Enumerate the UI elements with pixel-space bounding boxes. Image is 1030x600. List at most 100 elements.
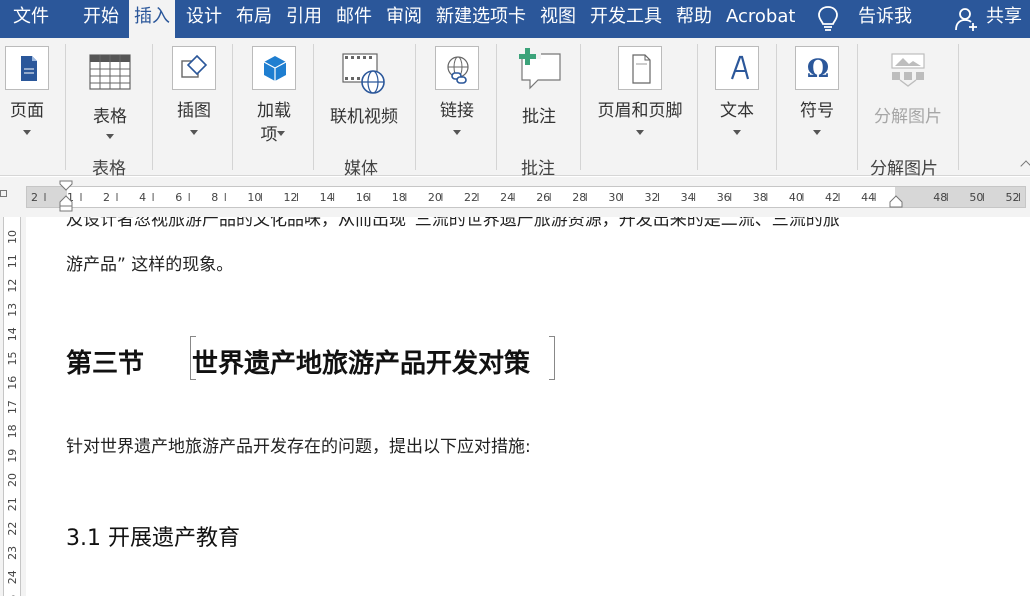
collapse-ribbon-icon[interactable] xyxy=(1020,160,1030,172)
group-divider xyxy=(232,44,233,170)
illustrations-button[interactable]: 插图 xyxy=(168,42,220,172)
tab-selector-icon[interactable] xyxy=(0,190,7,197)
ruler-tick-label: 50 xyxy=(969,191,983,204)
chevron-down-icon xyxy=(813,130,821,135)
pages-button[interactable]: 页面 xyxy=(2,42,52,172)
tab-developer[interactable]: 开发工具 xyxy=(590,0,662,38)
new-comment-button[interactable]: 批注 xyxy=(512,42,566,172)
ruler-tick-label: 2 xyxy=(31,191,38,204)
ruler-tick-label: 18 xyxy=(392,191,406,204)
chevron-down-icon xyxy=(23,130,31,135)
vertical-ruler-tick-label: 22 xyxy=(6,522,19,536)
document-page[interactable]: 及设计者忽视旅游产品的文化品味，从而出现“三流的世界遗产旅游资源，开发出来的是二… xyxy=(27,217,1030,596)
horizontal-ruler[interactable]: 2 1 2 4 6 8 10 12 14 16 18 20 22 24 26 28 30 32 34 36 38 40 42… xyxy=(0,177,1030,217)
ruler-tick-label: 10 xyxy=(247,191,261,204)
tab-layout[interactable]: 布局 xyxy=(236,0,272,38)
ruler-tick-label: 12 xyxy=(284,191,298,204)
vertical-ruler-tick-label: 10 xyxy=(6,230,19,244)
group-divider xyxy=(697,44,698,170)
group-divider xyxy=(313,44,314,170)
tab-file[interactable]: 文件 xyxy=(13,0,49,38)
paragraph-text: 游产品” 这样的现象。 xyxy=(66,255,234,275)
vertical-ruler-tick-label: 24 xyxy=(6,570,19,584)
links-button[interactable]: 链接 xyxy=(431,42,483,172)
right-indent-marker-icon[interactable] xyxy=(889,195,903,209)
group-divider xyxy=(415,44,416,170)
chevron-down-icon xyxy=(106,134,114,139)
header-footer-button[interactable]: 页眉和页脚 xyxy=(592,42,688,172)
vertical-ruler-ticks: 10111213141516171819202122232425 xyxy=(6,230,19,600)
ruler-tick-label: 28 xyxy=(572,191,586,204)
ruler-tick-label: 32 xyxy=(645,191,659,204)
insert-ribbon: 页面 表格 表格 插图 加载 项 联机视频 媒体 链接 批注 批注 页眉和页脚 … xyxy=(0,38,1030,179)
vertical-ruler-tick-label: 18 xyxy=(6,424,19,438)
vertical-ruler-tick-label: 12 xyxy=(6,279,19,293)
tab-design[interactable]: 设计 xyxy=(186,0,222,38)
paragraph-text: 针对世界遗产地旅游产品开发存在的问题，提出以下应对措施: xyxy=(66,437,531,457)
tab-review[interactable]: 审阅 xyxy=(386,0,422,38)
ruler-tick-label: 16 xyxy=(356,191,370,204)
vertical-ruler[interactable]: 10111213141516171819202122232425 xyxy=(0,217,26,600)
tab-view[interactable]: 视图 xyxy=(540,0,576,38)
subsection-heading: 3.1 开展遗产教育 xyxy=(66,526,240,551)
group-divider xyxy=(580,44,581,170)
group-divider xyxy=(958,44,959,170)
ruler-tick-label: 8 xyxy=(211,191,218,204)
vertical-ruler-tick-label: 23 xyxy=(6,546,19,560)
addins-button[interactable]: 加载 项 xyxy=(248,42,300,172)
online-video-button[interactable]: 联机视频 xyxy=(326,42,402,172)
header-footer-icon xyxy=(618,46,662,90)
indent-marker-icon[interactable] xyxy=(59,180,73,212)
tab-mailings[interactable]: 邮件 xyxy=(336,0,372,38)
tab-help[interactable]: 帮助 xyxy=(676,0,712,38)
tab-references[interactable]: 引用 xyxy=(286,0,322,38)
tab-new-tab[interactable]: 新建选项卡 xyxy=(436,0,526,38)
chevron-down-icon xyxy=(733,130,741,135)
vertical-ruler-tick-label: 16 xyxy=(6,376,19,390)
group-divider xyxy=(776,44,777,170)
shapes-icon xyxy=(172,46,216,90)
ruler-tick-label: 40 xyxy=(789,191,803,204)
ruler-tick-label: 24 xyxy=(500,191,514,204)
link-globe-icon xyxy=(435,46,479,90)
symbols-button[interactable]: Ω 符号 xyxy=(791,42,843,172)
ruler-ticks: 2 1 2 4 6 8 10 12 14 16 18 20 22 24 26 28 30 32 34 36 38 40 42… xyxy=(31,191,1020,204)
ruler-tick-label: 26 xyxy=(536,191,550,204)
online-video-icon xyxy=(341,52,387,96)
tab-insert[interactable]: 插入 xyxy=(129,0,175,40)
chevron-down-icon xyxy=(636,130,644,135)
group-label-media: 媒体 xyxy=(344,159,378,179)
tab-acrobat[interactable]: Acrobat xyxy=(726,0,795,38)
svg-text:Ω: Ω xyxy=(807,54,829,83)
lightbulb-icon[interactable] xyxy=(816,4,840,34)
vertical-ruler-tick-label: 11 xyxy=(6,254,19,268)
ruler-tick-label: 34 xyxy=(681,191,695,204)
selection-bracket-right xyxy=(549,336,555,380)
share-button[interactable]: 共享 xyxy=(986,0,1022,38)
vertical-ruler-tick-label: 19 xyxy=(6,449,19,463)
tell-me-box[interactable]: 告诉我 xyxy=(858,0,912,38)
ruler-tick-label: 22 xyxy=(464,191,478,204)
text-button[interactable]: 文本 xyxy=(711,42,763,172)
tab-home[interactable]: 开始 xyxy=(83,0,119,38)
vertical-ruler-tick-label: 15 xyxy=(6,352,19,366)
group-divider xyxy=(496,44,497,170)
ribbon-tab-bar: 文件 开始 插入 设计 布局 引用 邮件 审阅 新建选项卡 视图 开发工具 帮助… xyxy=(0,0,1030,40)
ruler-tick-label: 48 xyxy=(933,191,947,204)
group-divider xyxy=(152,44,153,170)
table-button[interactable]: 表格 xyxy=(84,42,136,172)
addin-cube-icon xyxy=(252,46,296,90)
ruler-tick-label: 6 xyxy=(175,191,182,204)
ruler-tick-label: 44 xyxy=(861,191,875,204)
chevron-down-icon xyxy=(453,130,461,135)
ruler-tick-label: 52 xyxy=(1006,191,1020,204)
vertical-ruler-tick-label: 20 xyxy=(6,473,19,487)
decompose-picture-button[interactable]: 分解图片 xyxy=(868,42,948,172)
text-box-icon xyxy=(715,46,759,90)
share-person-icon[interactable] xyxy=(954,6,978,36)
section-number: 第三节 xyxy=(66,349,145,379)
ruler-tick-label: 38 xyxy=(753,191,767,204)
ruler-tick-label: 36 xyxy=(717,191,731,204)
omega-icon: Ω xyxy=(795,46,839,90)
vertical-ruler-tick-label: 17 xyxy=(6,400,19,414)
